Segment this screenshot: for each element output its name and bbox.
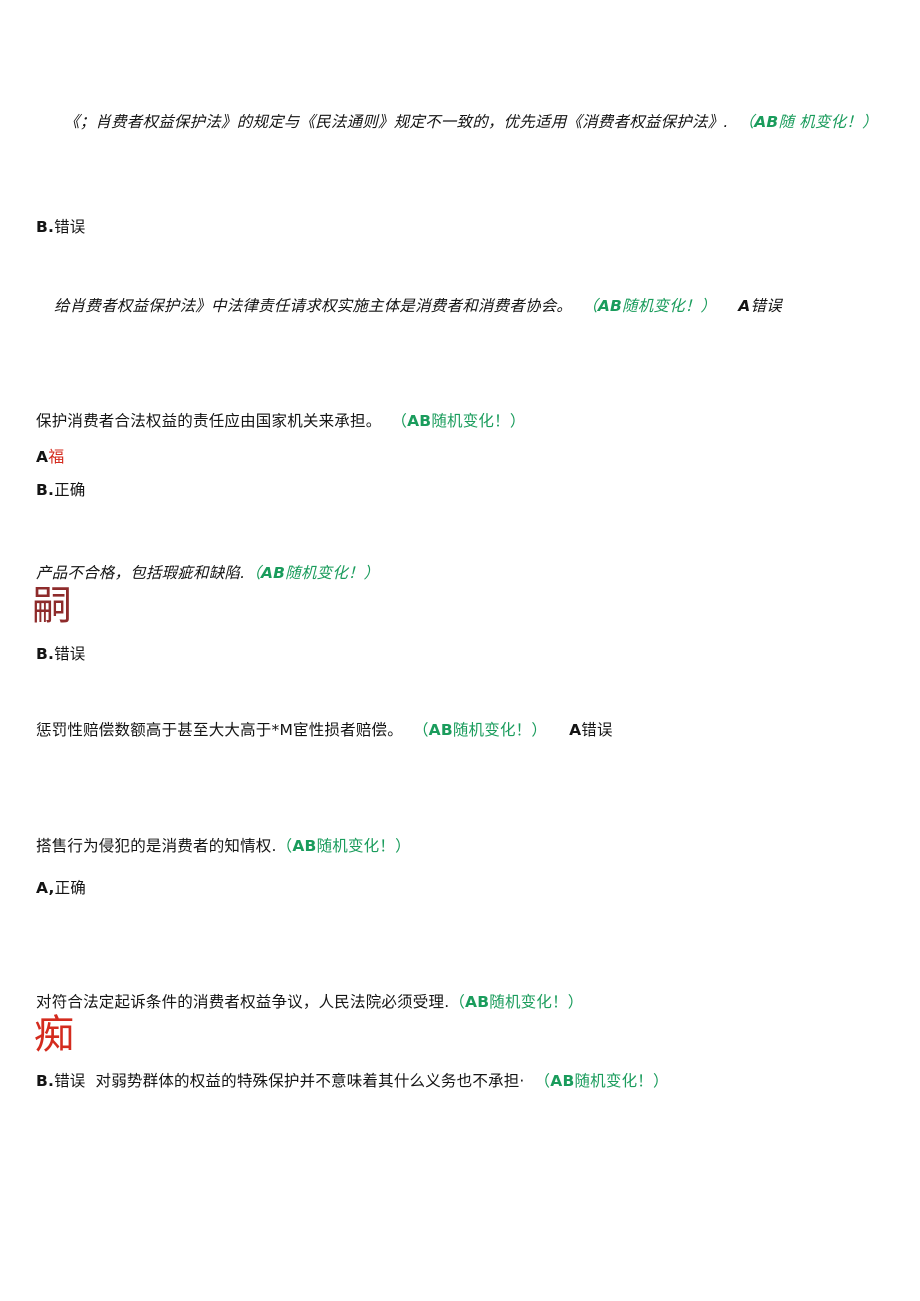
option-3-a-label: A — [36, 448, 49, 466]
option-3-b-label: B. — [36, 481, 55, 499]
option-4-b: B.错误 — [36, 636, 86, 672]
random-marker-3: （AB随机变化！） — [391, 412, 526, 430]
question-text-4: 产品不合格，包括瑕疵和缺陷.（AB随机变化！） — [36, 555, 896, 591]
option-1-b-text: 错误 — [54, 218, 86, 236]
question-text-7: 对符合法定起诉条件的消费者权益争议，人民法院必须受理.（AB随机变化！） — [36, 984, 906, 1020]
question-7-trailing: 对弱势群体的权益的特殊保护并不意味着其什么义务也不承担· — [95, 1072, 525, 1090]
question-text-6: 搭售行为侵犯的是消费者的知情权.（AB随机变化！） — [36, 828, 896, 864]
question-1-body: 《；肖费者权益保护法》的规定与《民法通则》规定不一致的，优先适用《消费者权益保护… — [64, 113, 729, 131]
option-6-a-label: A, — [36, 879, 55, 897]
document-page: 《；肖费者权益保护法》的规定与《民法通则》规定不一致的，优先适用《消费者权益保护… — [0, 0, 920, 1301]
option-6-a: A,正确 — [36, 870, 86, 906]
random-marker-5: （AB随机变化！） — [412, 721, 548, 739]
question-4-body: 产品不合格，包括瑕疵和缺陷. — [36, 564, 246, 582]
option-1-b: B.错误 — [36, 209, 86, 245]
random-marker-2: （AB随机变化！） — [582, 297, 717, 315]
question-text-1: 《；肖费者权益保护法》的规定与《民法通则》规定不一致的，优先适用《消费者权益保护… — [42, 104, 882, 140]
option-4-b-text: 错误 — [54, 645, 86, 663]
random-marker-1: （AB随 机变化！） — [738, 113, 878, 131]
inline-answer-2: A错误 — [738, 297, 782, 315]
random-marker-7: （AB随机变化！） — [449, 993, 584, 1011]
inline-answer-2-label: A — [738, 297, 751, 315]
question-6-body: 搭售行为侵犯的是消费者的知情权. — [36, 837, 277, 855]
question-2-body: 给肖费者权益保护法》中法律责任请求权实施主体是消费者和消费者协会。 — [54, 297, 573, 315]
random-marker-4: （AB随机变化！） — [245, 564, 380, 582]
handwritten-stamp-4: 嗣 — [32, 583, 72, 629]
inline-answer-5-text: 错误 — [581, 721, 613, 739]
option-6-a-text: 正确 — [54, 879, 86, 897]
option-3-b-text: 正确 — [54, 481, 86, 499]
option-3-b: B.正确 — [36, 472, 86, 508]
question-text-5: 惩罚性赔偿数额高于甚至大大高于*M宦性损者赔偿。 （AB随机变化！） A错误 — [36, 712, 896, 748]
random-marker-6: （AB随机变化！） — [276, 837, 411, 855]
question-7-body: 对符合法定起诉条件的消费者权益争议，人民法院必须受理. — [36, 993, 450, 1011]
random-marker-7b: （AB随机变化！） — [534, 1072, 669, 1090]
option-3-a: A福 — [36, 439, 64, 475]
handwritten-mark-3: 福 — [48, 447, 65, 466]
option-4-b-label: B. — [36, 645, 55, 663]
option-7-b-label: B. — [36, 1072, 55, 1090]
question-5-body: 惩罚性赔偿数额高于甚至大大高于*M宦性损者赔偿。 — [36, 721, 403, 739]
question-text-3: 保护消费者合法权益的责任应由国家机关来承担。 （AB随机变化！） — [36, 403, 896, 439]
option-1-b-label: B. — [36, 218, 55, 236]
question-3-body: 保护消费者合法权益的责任应由国家机关来承担。 — [36, 412, 382, 430]
option-7-b-text: 错误 — [54, 1072, 86, 1090]
option-7-b-and-trailing: B.错误 对弱势群体的权益的特殊保护并不意味着其什么义务也不承担· （AB随机变化！… — [36, 1063, 906, 1099]
inline-answer-2-text: 错误 — [750, 297, 782, 315]
inline-answer-5-label: A — [569, 721, 582, 739]
handwritten-stamp-7: 痴 — [34, 1012, 74, 1058]
inline-answer-5: A错误 — [569, 721, 613, 739]
question-text-2: 给肖费者权益保护法》中法律责任请求权实施主体是消费者和消费者协会。 （AB随机变化… — [42, 288, 902, 324]
